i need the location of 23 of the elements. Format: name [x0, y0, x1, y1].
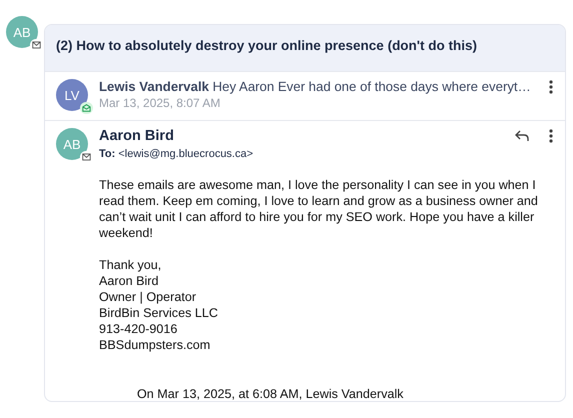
envelope-icon	[80, 151, 93, 163]
message-preview[interactable]: Lewis Vandervalk Hey Aaron Ever had one of those days where everyt…	[99, 79, 541, 94]
recipient-address: <lewis@mg.bluecrocus.ca>	[118, 148, 254, 160]
more-options-icon[interactable]	[549, 129, 553, 143]
message-date: Mar 13, 2025, 8:07 AM	[99, 96, 222, 112]
reply-icon[interactable]	[515, 130, 529, 142]
message-body: These emails are awesome man, I love the personality I can see in you when I read them. Keep em coming, I love to learn and grow as a business owner and can’t wait unit I can afford to hire you for my SEO work. Hope you have a killer weekend!	[99, 177, 539, 241]
envelope-icon	[30, 39, 43, 51]
signature-line: BirdBin Services LLC	[99, 305, 219, 321]
quote-header: On Mar 13, 2025, at 6:08 AM, Lewis Vandervalk	[136, 387, 404, 401]
open-envelope-icon	[80, 102, 93, 114]
to-label: To:	[99, 148, 116, 160]
signature-line: BBSdumpsters.com	[99, 337, 212, 353]
more-options-icon[interactable]	[549, 80, 553, 94]
signature-line: Owner | Operator	[99, 289, 198, 305]
signature-line: Aaron Bird	[99, 273, 160, 289]
signature-line: Thank you,	[99, 257, 162, 273]
avatar: LV	[56, 79, 88, 111]
avatar: AB	[56, 128, 88, 160]
signature-line: 913-420-9016	[99, 321, 178, 337]
sender-name: Aaron Bird	[99, 128, 175, 144]
thread-subject: (2) How to absolutely destroy your online presence (don't do this)	[45, 25, 565, 71]
avatar: AB	[6, 16, 38, 48]
